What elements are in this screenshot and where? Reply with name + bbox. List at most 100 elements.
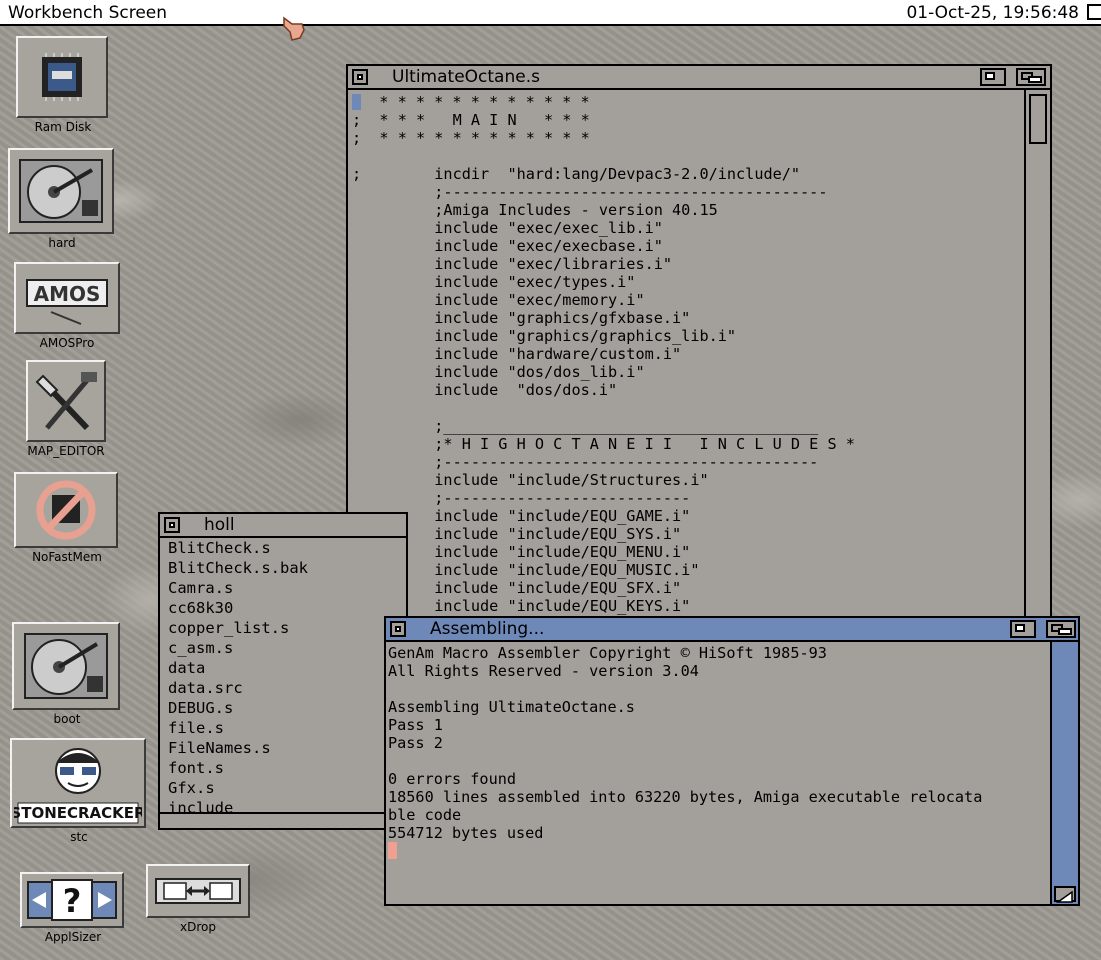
output-line: Pass 2	[388, 734, 443, 752]
window-title: UltimateOctane.s	[392, 67, 540, 87]
hard-disk-icon	[19, 159, 103, 223]
output-line: GenAm Macro Assembler Copyright © HiSoft…	[388, 644, 827, 662]
code-line: include "exec/libraries.i"	[352, 255, 673, 273]
code-line: ;---------------------------------------…	[352, 453, 819, 471]
assembling-right-border	[1050, 642, 1078, 904]
icon-label: AMOSPro	[39, 336, 95, 350]
output-line: Pass 1	[388, 716, 443, 734]
icon-label: Ram Disk	[34, 120, 92, 134]
scroll-knob[interactable]	[1029, 94, 1047, 144]
icon-label: ApplSizer	[44, 930, 102, 944]
code-line: include "graphics/gfxbase.i"	[352, 309, 691, 327]
icon-label: MAP_EDITOR	[27, 444, 105, 458]
code-line: ;Amiga Includes - version 40.15	[352, 201, 718, 219]
code-line: include "dos/dos_lib.i"	[352, 363, 645, 381]
code-line: include "include/EQU_MUSIC.i"	[352, 561, 700, 579]
code-line: include "dos/dos.i"	[352, 381, 618, 399]
depth-gadget-icon[interactable]	[1016, 68, 1046, 86]
close-gadget-icon[interactable]	[164, 517, 180, 533]
file-item[interactable]: DEBUG.s	[168, 698, 308, 718]
icon-nofastmem[interactable]: NoFastMem	[14, 472, 120, 564]
icon-xdrop[interactable]: xDrop	[146, 864, 250, 934]
icon-label: boot	[53, 712, 81, 726]
code-line: include "exec/memory.i"	[352, 291, 645, 309]
code-line: include "include/Structures.i"	[352, 471, 709, 489]
hard-disk-icon	[24, 633, 108, 699]
depth-gadget-icon[interactable]	[1046, 620, 1076, 638]
file-item[interactable]: BlitCheck.s.bak	[168, 558, 308, 578]
code-line: ; * * * M A I N * * *	[352, 111, 590, 129]
zoom-gadget-icon[interactable]	[1010, 620, 1036, 638]
code-line: include "include/EQU_KEYS.i"	[352, 597, 691, 615]
file-item[interactable]: copper_list.s	[168, 618, 308, 638]
icon-boot[interactable]: boot	[12, 622, 122, 726]
amos-logo-icon: AMOS	[26, 279, 108, 325]
close-gadget-icon[interactable]	[352, 69, 368, 85]
file-item[interactable]: file.s	[168, 718, 308, 738]
close-gadget-icon[interactable]	[390, 621, 406, 637]
file-item[interactable]: data	[168, 658, 308, 678]
file-item[interactable]: data.src	[168, 678, 308, 698]
icon-label: stc	[70, 830, 88, 844]
window-title: holl	[204, 515, 235, 535]
icon-map-editor[interactable]: MAP_EDITOR	[18, 360, 114, 458]
code-line: include "include/EQU_SYS.i"	[352, 525, 682, 543]
screen-title: Workbench Screen	[8, 3, 168, 23]
code-line: include "include/EQU_MENU.i"	[352, 543, 691, 561]
output-line: 554712 bytes used	[388, 824, 544, 842]
code-line: ; incdir "hard:lang/Devpac3-2.0/include/…	[352, 165, 801, 183]
icon-stc[interactable]: STONECRACKER stc	[10, 738, 148, 844]
code-line: ;---------------------------------------…	[352, 183, 828, 201]
file-item[interactable]: c_asm.s	[168, 638, 308, 658]
stonecracker-face-icon: STONECRACKER	[14, 748, 142, 824]
file-item[interactable]: Gfx.s	[168, 778, 308, 798]
assembling-title-bar[interactable]: Assembling...	[386, 618, 1078, 642]
icon-hard[interactable]: hard	[8, 148, 116, 250]
tools-icon	[35, 372, 97, 431]
svg-text:?: ?	[63, 882, 82, 920]
size-gadget-icon[interactable]	[1054, 886, 1076, 903]
icon-applsizer[interactable]: ? ApplSizer	[20, 872, 126, 944]
drawer-window[interactable]: holl BlitCheck.s BlitCheck.s.bak Camra.s cc…	[158, 512, 408, 830]
assembler-output: GenAm Macro Assembler Copyright © HiSoft…	[388, 644, 982, 860]
file-item[interactable]: Camra.s	[168, 578, 308, 598]
output-line: 0 errors found	[388, 770, 517, 788]
code-line: ;---------------------------	[352, 489, 691, 507]
code-line: include "graphics/graphics_lib.i"	[352, 327, 737, 345]
code-line: include "exec/execbase.i"	[352, 237, 663, 255]
mouse-pointer-icon	[283, 16, 305, 41]
editor-text-area[interactable]: * * * * * * * * * * * *; * * * M A I N *…	[352, 93, 855, 615]
editor-title-bar[interactable]: UltimateOctane.s	[348, 66, 1050, 90]
drawer-horizontal-scrollbar[interactable]	[160, 812, 406, 828]
icon-label: hard	[48, 236, 76, 250]
code-line: include "include/EQU_SFX.i"	[352, 579, 682, 597]
console-cursor	[388, 842, 982, 860]
window-title: Assembling...	[430, 619, 545, 639]
file-item[interactable]: font.s	[168, 758, 308, 778]
screen-clock: 01-Oct-25, 19:56:48	[906, 3, 1079, 23]
screen-title-bar[interactable]: Workbench Screen 01-Oct-25, 19:56:48	[0, 0, 1101, 26]
code-line: include "include/EQU_GAME.i"	[352, 507, 691, 525]
resize-arrows-icon: ?	[27, 879, 117, 921]
icon-label: NoFastMem	[32, 550, 102, 564]
zoom-gadget-icon[interactable]	[980, 68, 1006, 86]
icon-ram-disk[interactable]: Ram Disk	[16, 36, 110, 134]
file-item[interactable]: cc68k30	[168, 598, 308, 618]
output-line: 18560 lines assembled into 63220 bytes, …	[388, 788, 983, 806]
code-line: ; * * * * * * * * * * * *	[352, 129, 590, 147]
icon-label: xDrop	[180, 920, 216, 934]
icon-amospro[interactable]: AMOS AMOSPro	[14, 262, 120, 350]
file-item[interactable]: BlitCheck.s	[168, 538, 308, 558]
chip-icon	[42, 53, 82, 101]
file-item[interactable]: FileNames.s	[168, 738, 308, 758]
file-list[interactable]: BlitCheck.s BlitCheck.s.bak Camra.s cc68k30…	[168, 538, 308, 818]
screen-depth-gadget[interactable]	[1087, 4, 1101, 20]
assembling-window[interactable]: Assembling... GenAm Macro Assembler Copy…	[384, 616, 1080, 906]
drawer-title-bar[interactable]: holl	[160, 514, 406, 538]
code-line: * * * * * * * * * * * *	[352, 93, 855, 111]
code-line: include "exec/types.i"	[352, 273, 636, 291]
